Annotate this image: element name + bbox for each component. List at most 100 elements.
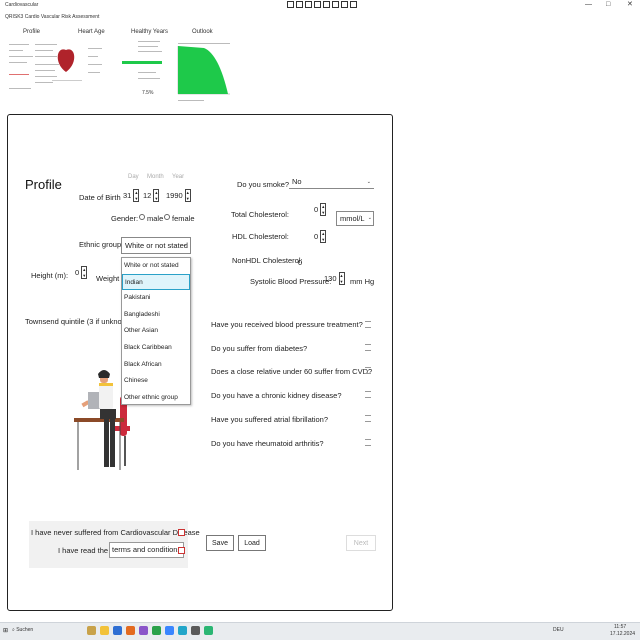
day-stepper[interactable]: 31 ▲ ▼ [121,189,140,202]
question-atrial-fibrillation: Have you suffered atrial fibrillation? [211,415,329,424]
app-icon[interactable] [204,626,213,635]
cholesterol-unit-select[interactable]: mmol/L ⌄ [336,211,374,226]
app-icon[interactable] [139,626,148,635]
app-icon[interactable] [126,626,135,635]
question-relative-cvd-toggle[interactable] [365,367,371,374]
app-icon[interactable] [191,626,200,635]
terms-link[interactable]: terms and conditions [109,542,185,558]
chevron-down-icon: ⌄ [366,179,371,185]
thumb-healthy-years-preview[interactable]: 7.5% [108,38,168,100]
minimize-button[interactable]: — [585,0,592,10]
systolic-stepper[interactable]: 130 ▲ ▼ [322,272,345,285]
toolbar-icon[interactable] [350,1,357,8]
load-button[interactable]: Load [238,535,266,551]
chevron-down-icon: ⌄ [367,215,372,221]
ethnic-option[interactable]: Other Asian [122,323,190,339]
toolbar-icon[interactable] [323,1,330,8]
month-stepper[interactable]: 12 ▲ ▼ [141,189,160,202]
systolic-spin-arrows-icon[interactable]: ▲ ▼ [338,272,345,285]
folder-icon[interactable] [100,626,109,635]
app-icon[interactable] [87,626,96,635]
systolic-unit: mm Hg [350,277,375,286]
ethnic-option[interactable]: Chinese [122,373,190,389]
year-stepper[interactable]: 1990 ▲ ▼ [164,189,191,202]
windows-start-icon[interactable]: ⊞ [3,627,8,634]
ethnic-option[interactable]: Pakistani [122,290,190,306]
thumb-outlook-preview[interactable] [174,38,236,104]
systolic-value: 130 [324,274,337,283]
thumb-healthy-years-label[interactable]: Healthy Years [131,29,168,35]
app-subtitle: QRISK3 Cardio Vascular Risk Assessment [5,14,100,20]
toolbar-icon[interactable] [287,1,294,8]
app-icon[interactable] [113,626,122,635]
ethnic-option[interactable]: White or not stated [122,258,190,274]
titlebar-toolbar [287,1,357,9]
toolbar-icon[interactable] [305,1,312,8]
thumb-outlook-label[interactable]: Outlook [192,29,213,35]
question-bp-treatment: Have you received blood pressure treatme… [211,320,363,329]
ethnic-option[interactable]: Other ethnic group [122,390,190,406]
thumb-heart-age-label[interactable]: Heart Age [78,29,105,35]
month-spin-arrows-icon[interactable]: ▲ ▼ [153,189,160,202]
ethnic-option[interactable]: Black African [122,357,190,373]
hdl-cholesterol-stepper[interactable]: 0 ▲ ▼ [312,230,327,243]
month-value: 12 [143,191,152,200]
nonhdl-cholesterol-value: 0 [298,258,303,267]
gender-female-label[interactable]: female [172,214,195,223]
app-icon[interactable] [152,626,161,635]
toolbar-icon[interactable] [314,1,321,8]
gender-label: Gender: [111,214,139,223]
ethnic-option[interactable]: Bangladeshi [122,307,190,323]
question-bp-treatment-toggle[interactable] [365,321,371,328]
toolbar-icon[interactable] [296,1,303,8]
toolbar-icon[interactable] [332,1,339,8]
question-atrial-fibrillation-toggle[interactable] [365,415,371,422]
height-value: 0 [75,268,80,277]
year-value: 1990 [166,191,183,200]
total-cholesterol-stepper[interactable]: 0 ▲ ▼ [312,203,327,216]
maximize-button[interactable]: □ [606,0,610,10]
total-cholesterol-spin-arrows-icon[interactable]: ▲ ▼ [320,203,327,216]
gender-male-label[interactable]: male [147,214,163,223]
smoke-label: Do you smoke? [237,180,290,189]
language-indicator[interactable]: DEU [553,627,564,633]
ethnic-option-highlighted[interactable]: Indian [122,274,190,290]
save-button[interactable]: Save [206,535,234,551]
toolbar-icon[interactable] [341,1,348,8]
cholesterol-unit-value: mmol/L [340,214,365,223]
next-button[interactable]: Next [346,535,376,551]
window-title: Cardiovascular [5,2,39,8]
question-diabetes-toggle[interactable] [365,344,371,351]
taskbar-apps [87,626,213,635]
total-cholesterol-label: Total Cholesterol: [231,210,289,219]
app-icon[interactable] [178,626,187,635]
never-suffered-checkbox[interactable] [178,529,185,536]
day-spin-arrows-icon[interactable]: ▲ ▼ [133,189,140,202]
hdl-cholesterol-label: HDL Cholesterol: [232,232,289,241]
hdl-cholesterol-spin-arrows-icon[interactable]: ▲ ▼ [320,230,327,243]
nonhdl-cholesterol-label: NonHDL Cholesterol: [232,256,303,265]
total-cholesterol-value: 0 [314,205,319,214]
ethnic-option[interactable]: Black Caribbean [122,340,190,356]
terms-checkbox[interactable] [178,547,185,554]
thumb-profile-label[interactable]: Profile [23,29,40,35]
height-stepper[interactable]: 0 ▲ ▼ [73,266,88,279]
gender-male-radio[interactable] [139,214,145,220]
question-kidney-disease-toggle[interactable] [365,391,371,398]
gender-female-radio[interactable] [164,214,170,220]
taskbar-search[interactable]: ⌕ Suchen [12,627,33,633]
taskbar-search-label: Suchen [16,627,34,633]
hdl-cholesterol-value: 0 [314,232,319,241]
systolic-label: Systolic Blood Pressure: [250,277,332,286]
thumb-heart-age-preview[interactable] [48,40,108,96]
ethnic-group-select[interactable]: White or not stated ⌄ [121,237,191,254]
height-spin-arrows-icon[interactable]: ▲ ▼ [81,266,88,279]
close-button[interactable]: ✕ [627,0,633,10]
smoke-select[interactable]: No ⌄ [289,176,374,189]
clock-date[interactable]: 17.12.2024 [610,631,635,637]
question-rheumatoid-arthritis-toggle[interactable] [365,439,371,446]
clock-time[interactable]: 11:57 [614,624,626,630]
app-icon[interactable] [165,626,174,635]
profile-heading: Profile [25,177,62,192]
year-spin-arrows-icon[interactable]: ▲ ▼ [184,189,191,202]
